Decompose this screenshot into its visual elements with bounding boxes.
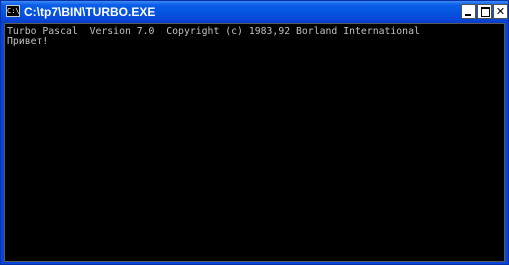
- minimize-button[interactable]: [461, 4, 476, 19]
- title-bar[interactable]: C:\ C:\tp7\BIN\TURBO.EXE ✕: [1, 1, 508, 23]
- minimize-icon: [465, 14, 471, 16]
- maximize-icon: [481, 7, 490, 17]
- close-button[interactable]: ✕: [493, 4, 508, 19]
- maximize-button[interactable]: [477, 4, 492, 19]
- console-output[interactable]: Turbo Pascal Version 7.0 Copyright (c) 1…: [4, 23, 505, 262]
- console-icon[interactable]: C:\: [6, 5, 20, 17]
- window-title: C:\tp7\BIN\TURBO.EXE: [24, 5, 156, 19]
- close-icon: ✕: [495, 5, 506, 18]
- console-line-greeting: Привет!: [7, 36, 49, 47]
- console-window: C:\ C:\tp7\BIN\TURBO.EXE ✕ Turbo Pascal …: [0, 0, 509, 265]
- console-line-copyright: Turbo Pascal Version 7.0 Copyright (c) 1…: [7, 26, 420, 37]
